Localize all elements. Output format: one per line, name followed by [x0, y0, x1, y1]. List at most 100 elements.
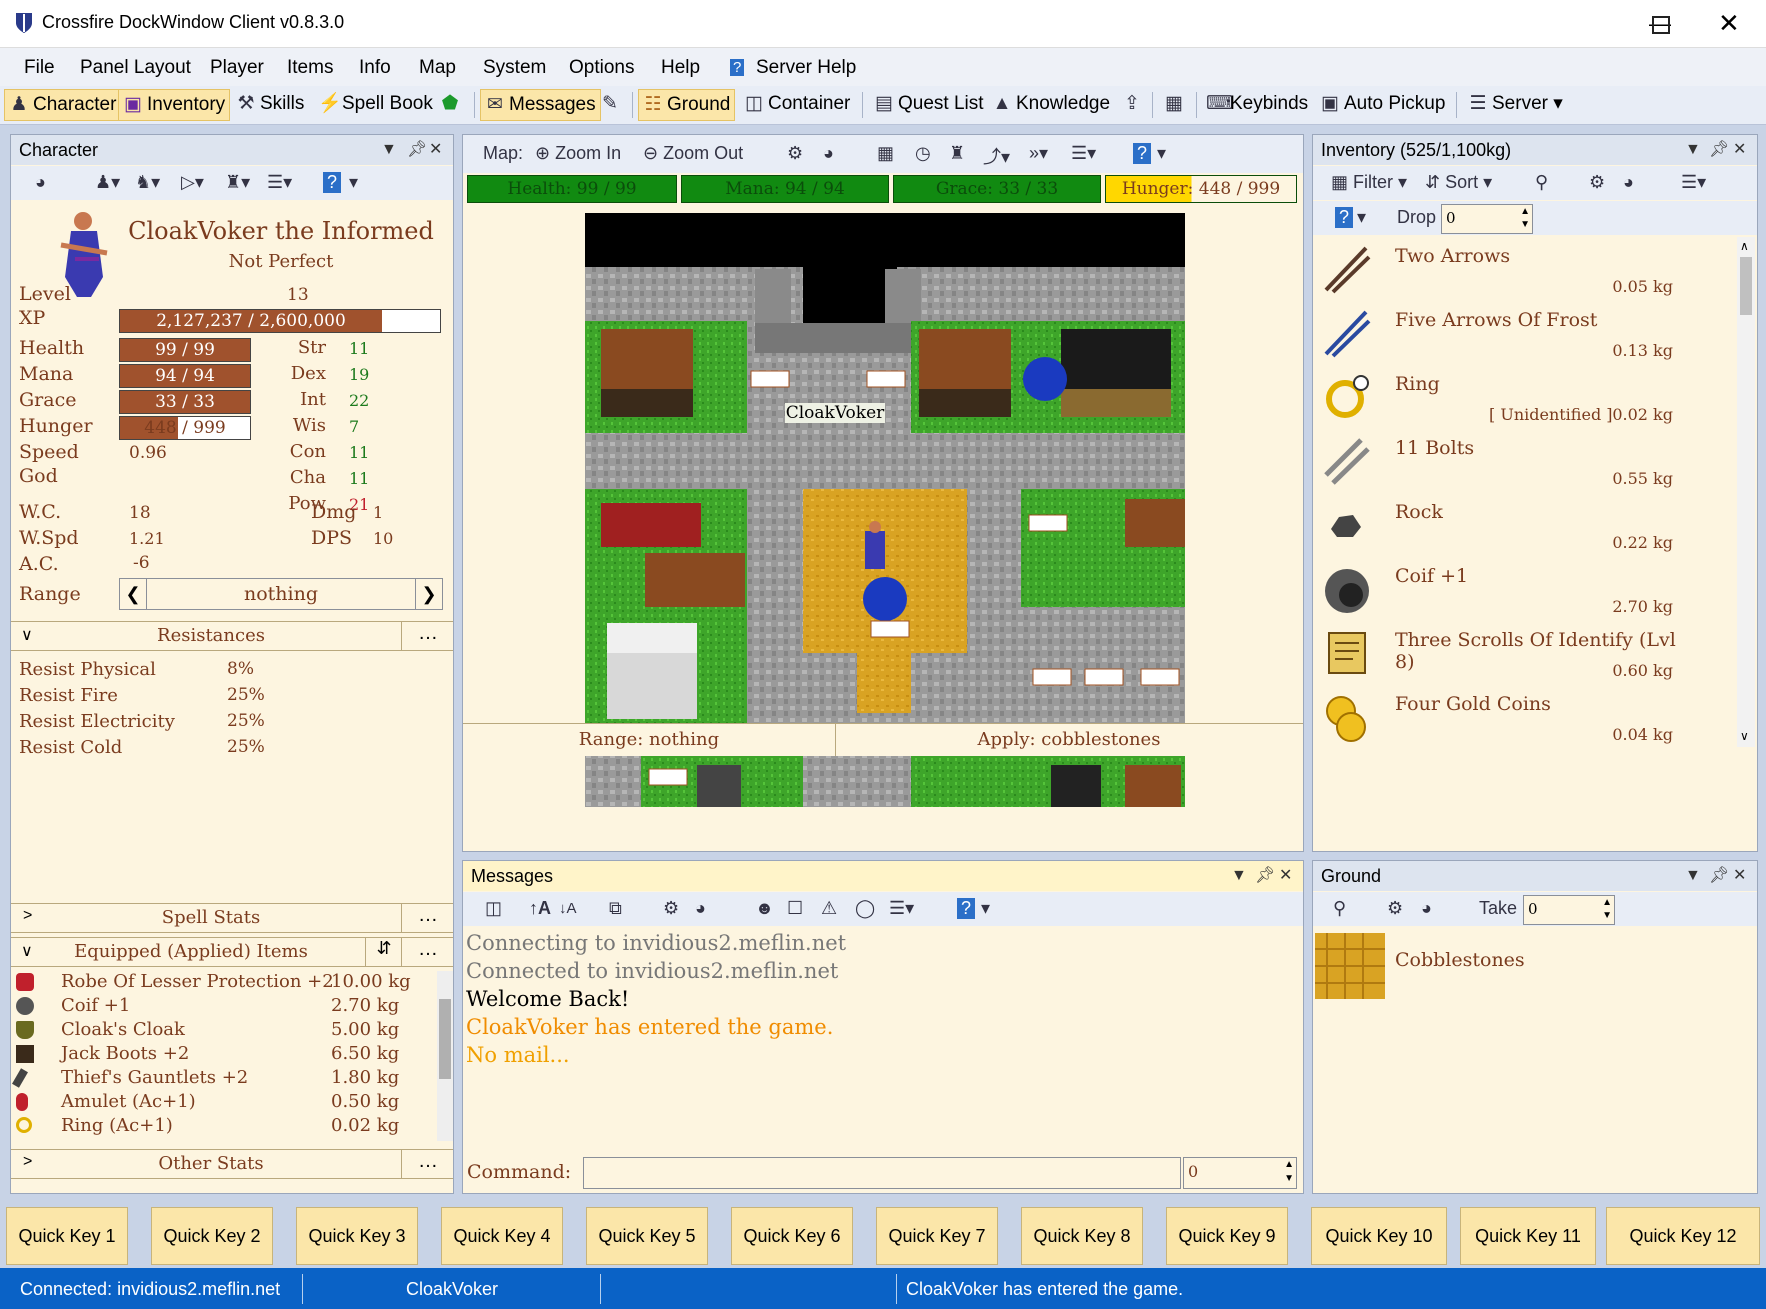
- skill-dropdown-icon[interactable]: ♜▾: [225, 172, 250, 193]
- menu-file[interactable]: File: [24, 57, 55, 79]
- character-button[interactable]: ♟ Character: [4, 89, 122, 121]
- help-dropdown-icon[interactable]: ▾: [1357, 207, 1366, 228]
- close-panel-icon[interactable]: ✕: [1279, 861, 1292, 891]
- chat-button[interactable]: ▦: [1160, 89, 1192, 119]
- menu-options[interactable]: Options: [569, 57, 634, 79]
- quick-key-7[interactable]: Quick Key 7: [876, 1207, 998, 1265]
- quick-key-12[interactable]: Quick Key 12: [1606, 1207, 1760, 1265]
- quick-key-11[interactable]: Quick Key 11: [1460, 1207, 1596, 1265]
- close-panel-icon[interactable]: ✕: [1733, 861, 1746, 891]
- dropdown-icon[interactable]: ▼: [1231, 861, 1247, 891]
- keybinds-button[interactable]: ⌨Keybinds: [1202, 89, 1312, 119]
- castle-icon[interactable]: ♜: [949, 143, 965, 164]
- chat-icon[interactable]: ☐: [787, 898, 803, 919]
- game-map-viewport[interactable]: [585, 213, 1185, 807]
- scrollbar-thumb[interactable]: [1740, 257, 1752, 315]
- spell-stats-more-button[interactable]: …: [401, 904, 454, 932]
- help-icon[interactable]: ?: [323, 172, 342, 193]
- inventory-button[interactable]: ▣ Inventory: [118, 89, 231, 121]
- menu-system[interactable]: System: [483, 57, 546, 79]
- quick-key-8[interactable]: Quick Key 8: [1021, 1207, 1143, 1265]
- scroll-down-icon[interactable]: ∨: [1740, 729, 1749, 743]
- palette-icon[interactable]: ◕: [1421, 898, 1432, 919]
- menu-map[interactable]: Map: [419, 57, 456, 79]
- font-larger-icon[interactable]: ↑A: [529, 898, 551, 919]
- inventory-item[interactable]: Five Arrows Of Frost 0.13 kg: [1313, 301, 1683, 365]
- server-menu-button[interactable]: ☰ Server ▾: [1464, 89, 1567, 119]
- resistances-more-button[interactable]: …: [401, 622, 454, 650]
- scrollbar-thumb[interactable]: [439, 999, 451, 1079]
- font-smaller-icon[interactable]: ↓A: [559, 900, 577, 917]
- equipped-item[interactable]: Thief's Gauntlets +2 1.80 kg: [11, 1067, 431, 1091]
- gear-icon[interactable]: ⚙: [787, 143, 803, 164]
- inventory-item[interactable]: Rock 0.22 kg: [1313, 493, 1683, 557]
- help-icon[interactable]: ?: [957, 898, 976, 919]
- pin-icon[interactable]: 📌︎: [407, 135, 427, 165]
- search-icon[interactable]: ⚲: [1333, 898, 1346, 919]
- help-dropdown-icon[interactable]: ▾: [981, 898, 990, 919]
- equipped-item[interactable]: Jack Boots +2 6.50 kg: [11, 1043, 431, 1067]
- palette-icon[interactable]: ◕: [35, 172, 46, 193]
- spell-stats-header[interactable]: > Spell Stats …: [11, 903, 453, 933]
- palette-icon[interactable]: ◕: [1623, 172, 1634, 193]
- inventory-item[interactable]: Three Scrolls Of Identify (Lvl 8) 0.60 k…: [1313, 621, 1683, 685]
- message-log-button[interactable]: ✎: [596, 89, 628, 119]
- other-stats-more-button[interactable]: …: [401, 1150, 454, 1178]
- resistances-header[interactable]: ∨ Resistances …: [11, 621, 453, 651]
- zoom-in-button[interactable]: ⊕ Zoom In: [535, 143, 621, 164]
- inventory-item[interactable]: Two Arrows 0.05 kg: [1313, 237, 1683, 301]
- inventory-item[interactable]: 11 Bolts 0.55 kg: [1313, 429, 1683, 493]
- container-button[interactable]: ◫ Container: [740, 89, 854, 119]
- equipped-item[interactable]: Cloak's Cloak 5.00 kg: [11, 1019, 431, 1043]
- pin-icon[interactable]: 📌︎: [1255, 861, 1275, 891]
- dropdown-icon[interactable]: ▼: [1685, 135, 1701, 165]
- range-next-icon[interactable]: ❯: [415, 579, 442, 609]
- user-search-icon[interactable]: ☻: [755, 898, 774, 919]
- gear-person-icon[interactable]: ♞▾: [135, 172, 160, 193]
- help-icon[interactable]: ?: [1133, 143, 1152, 164]
- stepper-arrows-icon[interactable]: ▲ ▼: [1284, 1158, 1294, 1186]
- ground-button[interactable]: ☷ Ground: [638, 89, 736, 121]
- sort-button[interactable]: ⇵ Sort ▾: [1425, 172, 1492, 193]
- search-icon[interactable]: ⚲: [1535, 172, 1548, 193]
- skills-button[interactable]: ⚒ Skills: [232, 89, 308, 119]
- gear-icon[interactable]: ⚙: [1589, 172, 1605, 193]
- menu-info[interactable]: Info: [359, 57, 391, 79]
- close-panel-icon[interactable]: ✕: [1733, 135, 1746, 165]
- quick-key-9[interactable]: Quick Key 9: [1166, 1207, 1288, 1265]
- help-dropdown-icon[interactable]: ▾: [1157, 143, 1166, 164]
- menu-server-help[interactable]: Server Help: [756, 57, 856, 79]
- help-dropdown-icon[interactable]: ▾: [349, 172, 358, 193]
- palette-icon[interactable]: ◕: [823, 143, 834, 164]
- auto-pickup-button[interactable]: ▣ Auto Pickup: [1316, 89, 1449, 119]
- quest-list-button[interactable]: ▤ Quest List: [870, 89, 988, 119]
- person-dropdown-icon[interactable]: ♟▾: [95, 172, 120, 193]
- equipped-item[interactable]: Ring (Ac+1) 0.02 kg: [11, 1115, 431, 1139]
- menu-lines-icon[interactable]: ☰▾: [1071, 143, 1096, 164]
- quick-key-2[interactable]: Quick Key 2: [151, 1207, 273, 1265]
- direction-dropdown-icon[interactable]: ⤴▾: [983, 143, 1010, 169]
- arrow-dropdown-icon[interactable]: ▷▾: [181, 172, 204, 193]
- more-dropdown-icon[interactable]: »▾: [1029, 143, 1048, 164]
- menu-items[interactable]: Items: [287, 57, 333, 79]
- dropdown-icon[interactable]: ▼: [1685, 861, 1701, 891]
- menu-help[interactable]: Help: [661, 57, 700, 79]
- other-stats-header[interactable]: > Other Stats …: [11, 1149, 453, 1179]
- close-panel-icon[interactable]: ✕: [429, 135, 442, 165]
- command-input[interactable]: [583, 1157, 1181, 1189]
- quick-key-10[interactable]: Quick Key 10: [1311, 1207, 1447, 1265]
- equipped-more-button[interactable]: …: [401, 938, 454, 966]
- command-count-stepper[interactable]: 0 ▲ ▼: [1183, 1157, 1297, 1189]
- quick-key-1[interactable]: Quick Key 1: [6, 1207, 128, 1265]
- sort-icon[interactable]: ⇵: [365, 938, 402, 966]
- equipped-item[interactable]: Coif +1 2.70 kg: [11, 995, 431, 1019]
- equipped-header[interactable]: ∨ Equipped (Applied) Items ⇵ …: [11, 937, 453, 967]
- equipped-scrollbar[interactable]: [437, 971, 453, 1141]
- quick-key-3[interactable]: Quick Key 3: [296, 1207, 418, 1265]
- bubble-icon[interactable]: ◯: [855, 898, 875, 919]
- inventory-item[interactable]: Coif +1 2.70 kg: [1313, 557, 1683, 621]
- gear-icon[interactable]: ⚙: [663, 898, 679, 919]
- palette-icon[interactable]: ◕: [695, 898, 706, 919]
- maximize-icon[interactable]: [1652, 16, 1670, 34]
- messages-button[interactable]: ✉ Messages: [480, 89, 601, 121]
